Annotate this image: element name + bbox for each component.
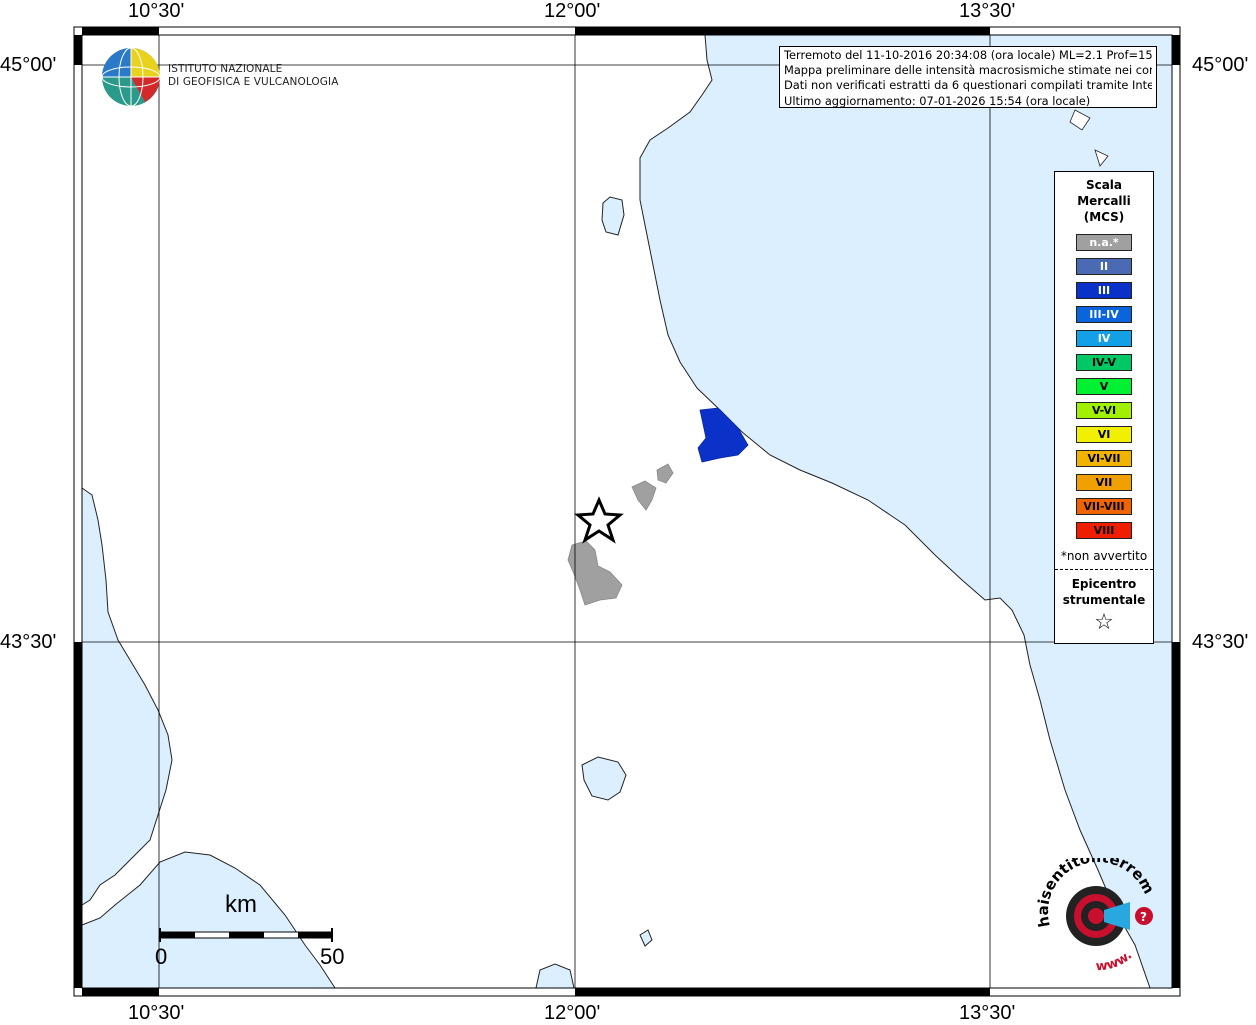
logo-line-1: ISTITUTO NAZIONALE bbox=[168, 63, 283, 75]
legend-swatch: IV-V bbox=[1076, 354, 1132, 371]
legend-title-line-2: Mercalli bbox=[1077, 194, 1131, 208]
coord-bottom-1030: 10°30' bbox=[128, 1002, 185, 1024]
legend-swatch: VIII bbox=[1076, 522, 1132, 539]
svg-text:?: ? bbox=[1140, 910, 1147, 924]
info-line-4: Ultimo aggiornamento: 07-01-2026 15:54 (… bbox=[784, 93, 1091, 108]
legend-swatch: V-VI bbox=[1076, 402, 1132, 419]
coord-top-1030: 10°30' bbox=[128, 0, 185, 22]
legend-swatch: III-IV bbox=[1076, 306, 1132, 323]
scale-start: 0 bbox=[155, 944, 168, 969]
info-line-3: Dati non verificati estratti da 6 questi… bbox=[784, 78, 1152, 93]
legend-swatch: VII bbox=[1076, 474, 1132, 491]
scale-end: 50 bbox=[320, 944, 345, 969]
legend-divider bbox=[1055, 569, 1153, 570]
legend-swatch: VI bbox=[1076, 426, 1132, 443]
event-info-box: Terremoto del 11-10-2016 20:34:08 (ora l… bbox=[779, 46, 1157, 108]
legend-note: *non avvertito bbox=[1060, 549, 1148, 563]
coord-left-4500: 45°00' bbox=[0, 54, 57, 76]
legend-swatch: n.a.* bbox=[1076, 234, 1132, 251]
legend-swatch: V bbox=[1076, 378, 1132, 395]
coord-left-4330: 43°30' bbox=[0, 631, 57, 653]
legend-swatch: II bbox=[1076, 258, 1132, 275]
mcs-legend: Scala Mercalli (MCS) n.a.* II III III-IV IV I… bbox=[1054, 171, 1154, 644]
legend-swatch: IV bbox=[1076, 330, 1132, 347]
ingv-logo-text: ISTITUTO NAZIONALE DI GEOFISICA E VULCAN… bbox=[168, 63, 339, 89]
coord-top-1200: 12°00' bbox=[544, 0, 601, 22]
epicenter-label-line-2: strumentale bbox=[1062, 593, 1146, 607]
haisentito-badge[interactable]: haisentitoilterremoto.it www. ? bbox=[1036, 858, 1166, 978]
legend-swatch: VI-VII bbox=[1076, 450, 1132, 467]
badge-www: www. bbox=[1095, 948, 1135, 974]
coord-right-4500: 45°00' bbox=[1192, 54, 1249, 76]
scale-unit: km bbox=[225, 891, 257, 918]
coord-right-4330: 43°30' bbox=[1192, 631, 1249, 653]
coord-bottom-1200: 12°00' bbox=[544, 1002, 601, 1024]
legend-title-line-3: (MCS) bbox=[1083, 210, 1125, 224]
legend-title-line-1: Scala bbox=[1085, 178, 1123, 192]
legend-title: Scala Mercalli (MCS) bbox=[1055, 177, 1153, 225]
coord-bottom-1330: 13°30' bbox=[959, 1002, 1016, 1024]
legend-swatch: VII-VIII bbox=[1076, 498, 1132, 515]
info-line-1: Terremoto del 11-10-2016 20:34:08 (ora l… bbox=[784, 48, 1152, 62]
legend-swatches: n.a.* II III III-IV IV IV-V V V-VI VI VI-VII VII VI… bbox=[1055, 234, 1153, 539]
star-outline-icon: ☆ bbox=[1094, 610, 1114, 635]
legend-epicenter-label: Epicentro strumentale bbox=[1055, 576, 1153, 608]
info-line-2: Mappa preliminare delle intensità macros… bbox=[784, 63, 1152, 78]
legend-swatch: III bbox=[1076, 282, 1132, 299]
logo-line-2: DI GEOFISICA E VULCANOLOGIA bbox=[168, 76, 339, 88]
target-signal-icon: ? bbox=[1066, 886, 1153, 946]
globe-icon bbox=[101, 47, 161, 107]
svg-text:www.: www. bbox=[1095, 948, 1135, 974]
epicenter-label-line-1: Epicentro bbox=[1071, 577, 1137, 591]
coord-top-1330: 13°30' bbox=[959, 0, 1016, 22]
